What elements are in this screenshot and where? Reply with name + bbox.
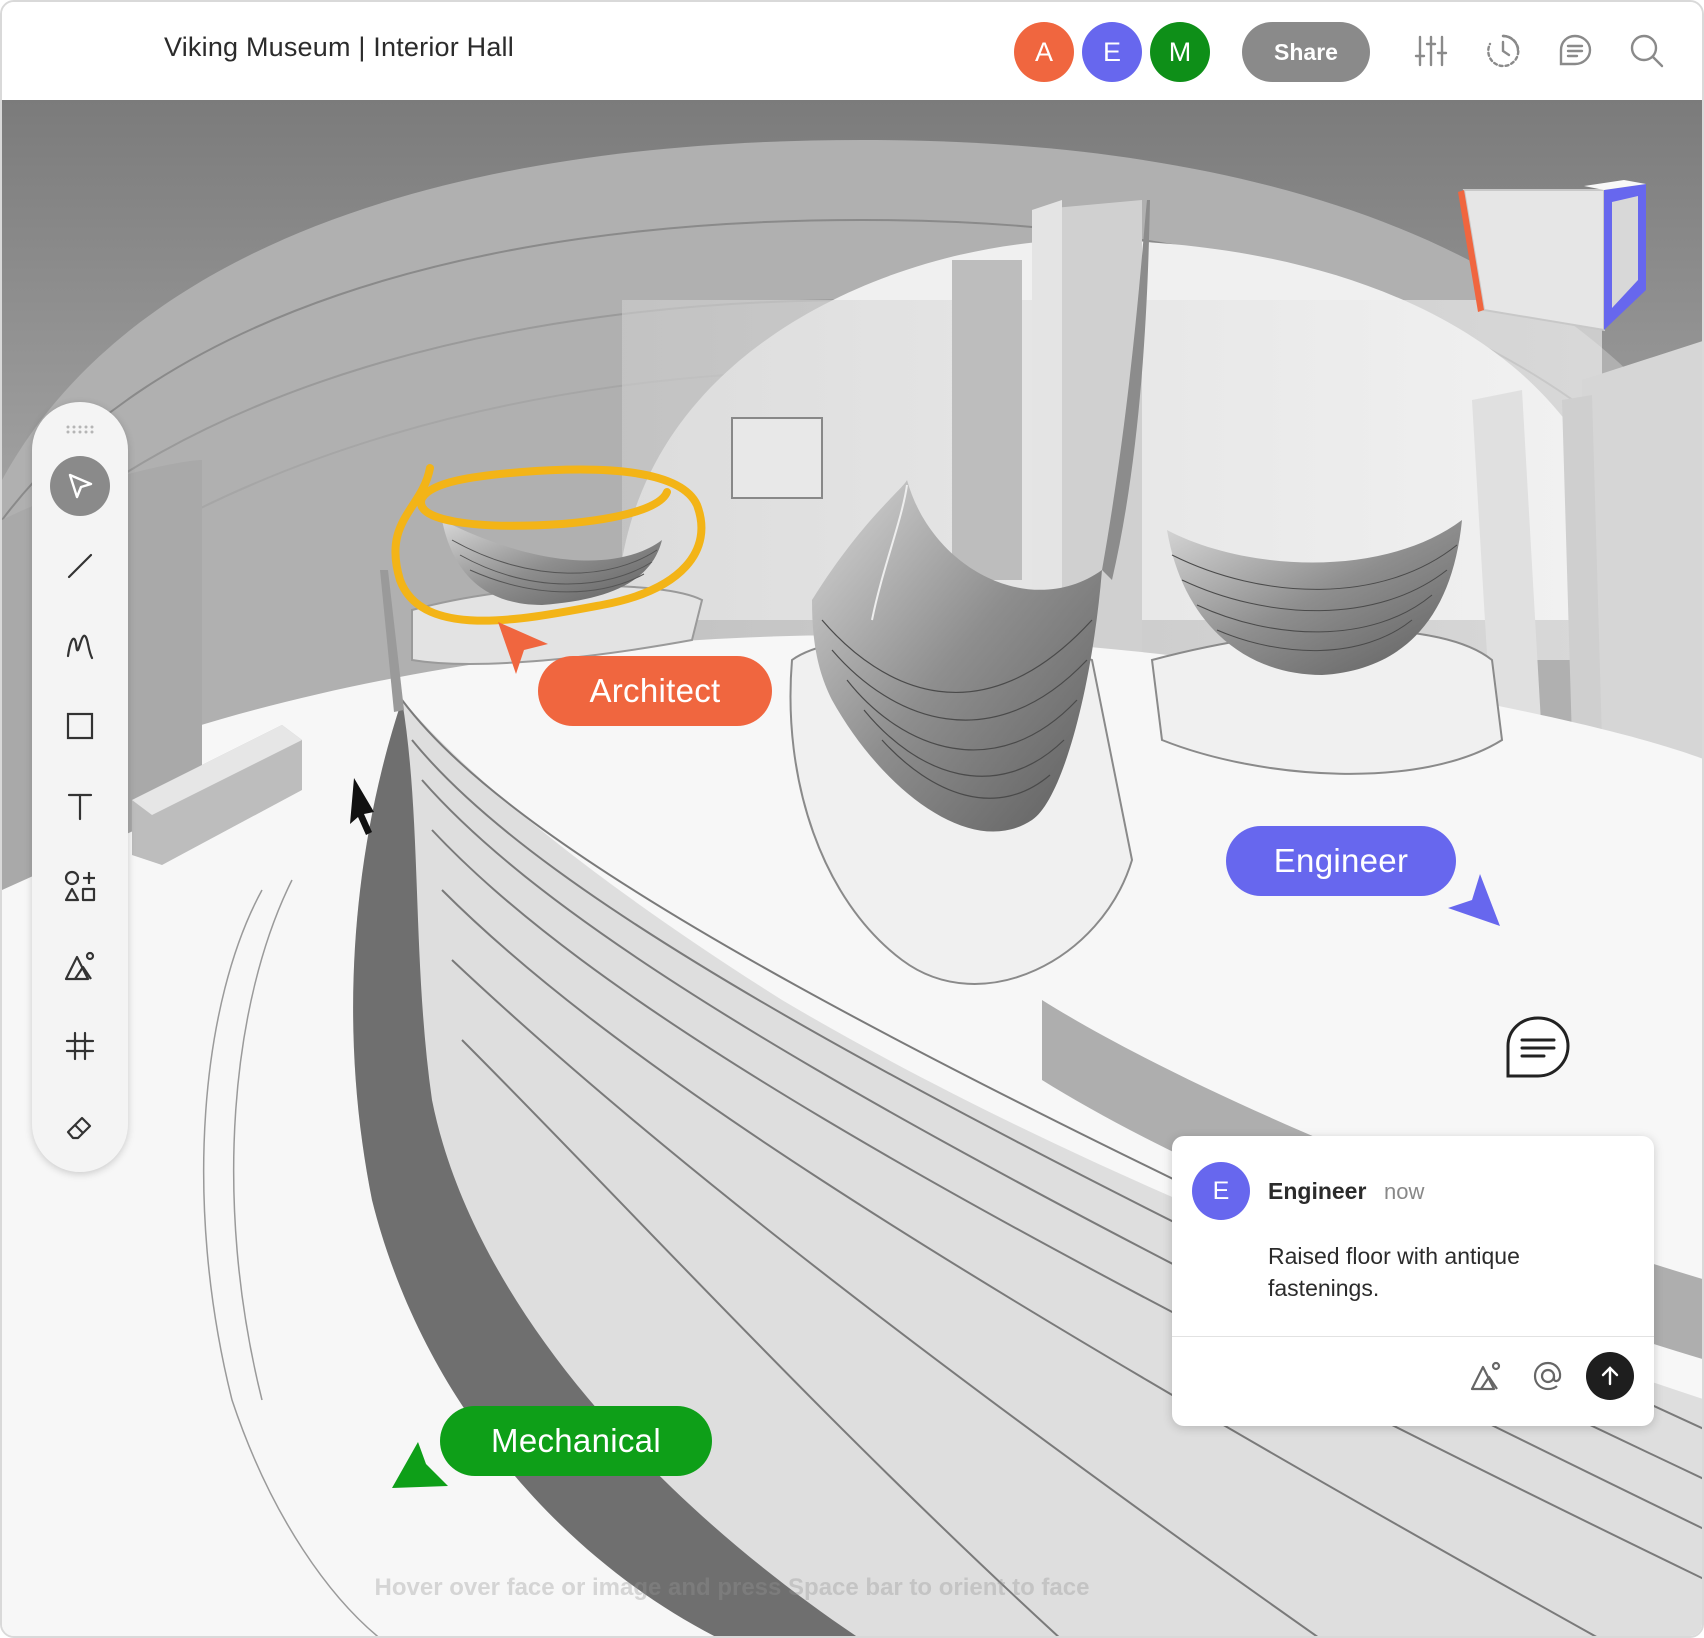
image-tool[interactable] [50,936,110,996]
freehand-icon [66,634,94,660]
mechanical-cursor-icon [392,1442,448,1488]
drawing-toolbar [32,402,128,1172]
document-title: Viking Museum | Interior Hall [164,32,514,62]
search-icon[interactable] [1628,32,1666,70]
eraser-icon [66,1116,92,1140]
app-window: Viking Museum | Interior Hall A E M Shar… [0,0,1704,1638]
text-icon [67,793,93,821]
rectangle-tool[interactable] [50,696,110,756]
architect-label[interactable]: Architect [538,656,772,726]
avatar[interactable]: E [1082,22,1142,82]
comment-timestamp: now [1384,1179,1425,1204]
eraser-tool[interactable] [50,1096,110,1156]
navigation-cube[interactable] [1454,180,1652,360]
pointer-icon [68,473,93,499]
send-icon [1601,1366,1619,1386]
comment-body: Raised floor with antique fastenings. [1268,1243,1520,1301]
avatar: E [1192,1162,1250,1220]
comment-card: E Engineer now Raised floor with antique… [1172,1136,1654,1426]
shapes-tool[interactable] [50,856,110,916]
top-bar: Viking Museum | Interior Hall A E M Shar… [2,2,1702,100]
hint-text: Hover over face or image and press Space… [374,1574,1090,1601]
mechanical-label[interactable]: Mechanical [440,1406,712,1476]
mention-icon[interactable] [1524,1352,1572,1400]
divider [1172,1336,1654,1337]
engineer-label[interactable]: Engineer [1226,826,1456,896]
shapes-icon [64,870,96,902]
line-tool[interactable] [50,536,110,596]
freehand-tool[interactable] [50,616,110,676]
comment-author: Engineer [1268,1178,1367,1204]
sliders-icon[interactable] [1412,32,1450,70]
history-icon[interactable] [1484,32,1522,70]
avatar[interactable]: M [1150,22,1210,82]
engineer-cursor-icon [1448,874,1500,926]
image-icon [64,951,95,981]
drag-handle-icon[interactable] [65,424,95,434]
3d-viewport[interactable]: Architect Engineer Mechanical E Engineer… [2,100,1702,1636]
text-tool[interactable] [50,776,110,836]
send-button[interactable] [1586,1352,1634,1400]
select-tool[interactable] [50,456,110,516]
line-icon [67,553,93,579]
comments-icon[interactable] [1556,32,1594,70]
architect-cursor-icon [498,622,548,674]
collaborator-avatars: A E M [1014,22,1210,82]
image-icon[interactable] [1462,1352,1510,1400]
comment-pin-icon[interactable] [1504,1014,1572,1082]
grid-tool[interactable] [50,1016,110,1076]
share-button[interactable]: Share [1242,22,1370,82]
rectangle-icon [66,712,94,740]
grid-icon [65,1031,95,1061]
avatar[interactable]: A [1014,22,1074,82]
